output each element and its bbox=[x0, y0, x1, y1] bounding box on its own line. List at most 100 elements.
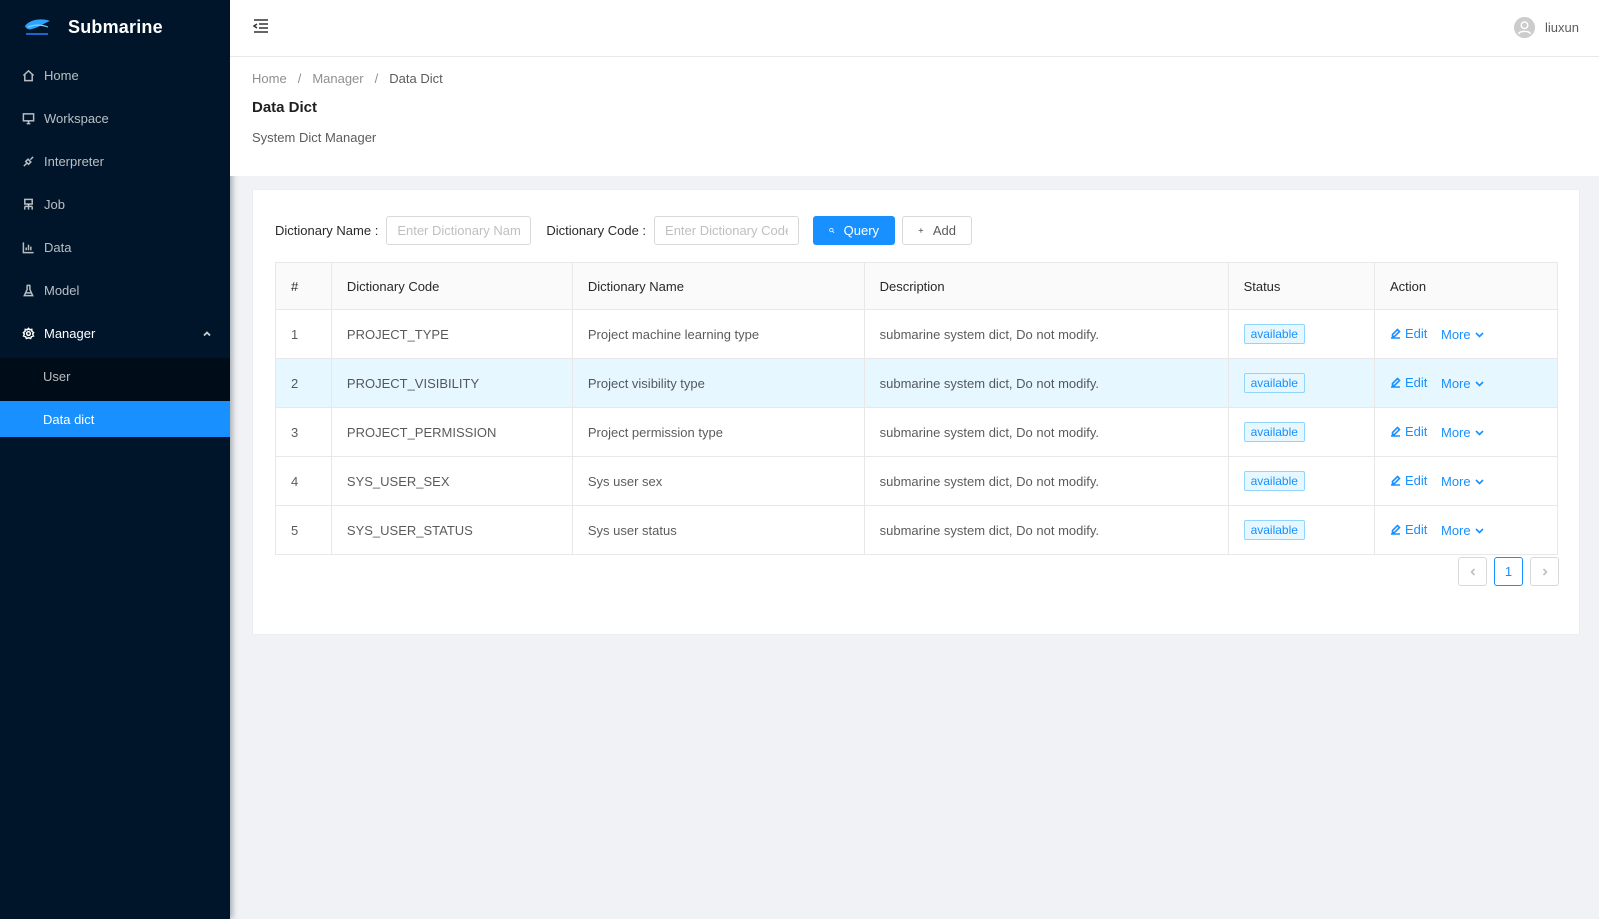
row-code: PROJECT_PERMISSION bbox=[331, 407, 573, 457]
edit-icon bbox=[1390, 524, 1401, 535]
query-button[interactable]: Query bbox=[813, 216, 896, 245]
sidebar-item-label: Job bbox=[44, 197, 65, 212]
row-name: Sys user status bbox=[572, 505, 865, 555]
edit-link[interactable]: Edit bbox=[1390, 424, 1427, 439]
row-description: submarine system dict, Do not modify. bbox=[864, 309, 1229, 359]
add-button[interactable]: Add bbox=[902, 216, 973, 245]
chevron-left-icon bbox=[1469, 567, 1475, 576]
row-code: PROJECT_TYPE bbox=[331, 309, 573, 359]
more-label: More bbox=[1440, 425, 1471, 440]
row-code: PROJECT_VISIBILITY bbox=[331, 358, 573, 408]
sidebar: Submarine Home Workspace Interpreter Job… bbox=[0, 0, 230, 919]
sidebar-item-label: Home bbox=[44, 68, 79, 83]
api-icon bbox=[21, 155, 35, 169]
edit-icon bbox=[1390, 328, 1401, 339]
experiment-icon bbox=[21, 284, 35, 298]
sidebar-item-job[interactable]: Job bbox=[0, 183, 230, 226]
top-header: liuxun bbox=[230, 0, 1599, 57]
plus-icon bbox=[918, 228, 924, 233]
row-actions: Edit More bbox=[1374, 456, 1559, 506]
more-label: More bbox=[1440, 474, 1471, 489]
more-dropdown[interactable]: More bbox=[1441, 425, 1484, 440]
sidebar-item-home[interactable]: Home bbox=[0, 54, 230, 97]
row-status-cell: available bbox=[1228, 505, 1375, 555]
row-description: submarine system dict, Do not modify. bbox=[864, 505, 1229, 555]
more-label: More bbox=[1440, 376, 1471, 391]
sidebar-item-label: Manager bbox=[44, 326, 96, 341]
edit-link[interactable]: Edit bbox=[1390, 375, 1427, 390]
more-label: More bbox=[1440, 327, 1471, 342]
user-menu[interactable]: liuxun bbox=[1514, 17, 1579, 38]
edit-label: Edit bbox=[1404, 424, 1428, 439]
sidebar-item-workspace[interactable]: Workspace bbox=[0, 97, 230, 140]
row-name: Sys user sex bbox=[572, 456, 865, 506]
cluster-icon bbox=[21, 198, 35, 212]
row-actions: Edit More bbox=[1374, 505, 1559, 555]
sidebar-item-label: Model bbox=[44, 283, 80, 298]
username: liuxun bbox=[1545, 20, 1579, 35]
more-dropdown[interactable]: More bbox=[1441, 474, 1484, 489]
table-row: 1 PROJECT_TYPE Project machine learning … bbox=[275, 309, 1559, 359]
manager-submenu: User Data dict bbox=[0, 358, 230, 437]
edit-link[interactable]: Edit bbox=[1390, 473, 1427, 488]
row-status-cell: available bbox=[1228, 407, 1375, 457]
status-badge: available bbox=[1243, 471, 1305, 491]
row-name: Project visibility type bbox=[572, 358, 865, 408]
breadcrumb-item-home[interactable]: Home bbox=[252, 71, 287, 86]
edit-label: Edit bbox=[1404, 522, 1428, 537]
column-header-name: Dictionary Name bbox=[572, 262, 865, 310]
sidebar-item-manager[interactable]: Manager bbox=[0, 312, 230, 355]
more-dropdown[interactable]: More bbox=[1441, 376, 1484, 391]
home-icon bbox=[21, 69, 35, 83]
row-actions: Edit More bbox=[1374, 407, 1559, 457]
logo[interactable]: Submarine bbox=[0, 0, 230, 54]
column-header-index: # bbox=[275, 262, 332, 310]
content-card: Dictionary Name : Dictionary Code : Quer… bbox=[252, 189, 1580, 635]
edit-label: Edit bbox=[1404, 473, 1428, 488]
row-code: SYS_USER_STATUS bbox=[331, 505, 573, 555]
edit-label: Edit bbox=[1404, 326, 1428, 341]
chevron-down-icon bbox=[1475, 430, 1484, 436]
app-title: Submarine bbox=[68, 16, 163, 37]
edit-icon bbox=[1390, 377, 1401, 388]
sidebar-item-data-dict[interactable]: Data dict bbox=[0, 401, 230, 437]
breadcrumb-item-manager[interactable]: Manager bbox=[312, 71, 363, 86]
next-page-button[interactable] bbox=[1530, 557, 1559, 586]
chevron-down-icon bbox=[1475, 332, 1484, 338]
desktop-icon bbox=[21, 112, 35, 126]
more-dropdown[interactable]: More bbox=[1441, 523, 1484, 538]
page-title: Data Dict bbox=[252, 99, 318, 116]
dictionary-name-label: Dictionary Name : bbox=[275, 223, 379, 238]
edit-link[interactable]: Edit bbox=[1390, 326, 1427, 341]
add-button-label: Add bbox=[932, 223, 957, 238]
sidebar-item-data[interactable]: Data bbox=[0, 226, 230, 269]
edit-link[interactable]: Edit bbox=[1390, 522, 1427, 537]
bar-chart-icon bbox=[21, 241, 35, 255]
row-actions: Edit More bbox=[1374, 358, 1559, 408]
dictionary-name-input[interactable] bbox=[386, 216, 532, 245]
table-row: 4 SYS_USER_SEX Sys user sex submarine sy… bbox=[275, 456, 1559, 506]
status-badge: available bbox=[1243, 520, 1305, 540]
sidebar-item-model[interactable]: Model bbox=[0, 269, 230, 312]
row-description: submarine system dict, Do not modify. bbox=[864, 456, 1229, 506]
breadcrumb: Home / Manager / Data Dict bbox=[252, 71, 1577, 86]
chevron-down-icon bbox=[1475, 479, 1484, 485]
column-header-description: Description bbox=[864, 262, 1229, 310]
column-header-code: Dictionary Code bbox=[331, 262, 573, 310]
sidebar-item-label: Data bbox=[44, 240, 72, 255]
column-header-action: Action bbox=[1374, 262, 1559, 310]
breadcrumb-separator: / bbox=[374, 71, 379, 86]
breadcrumb-separator: / bbox=[297, 71, 302, 86]
page-number-button[interactable]: 1 bbox=[1494, 557, 1523, 586]
menu-fold-icon[interactable] bbox=[252, 17, 272, 37]
prev-page-button[interactable] bbox=[1458, 557, 1487, 586]
page-header: Home / Manager / Data Dict Data Dict Sys… bbox=[230, 57, 1599, 176]
dictionary-code-input[interactable] bbox=[654, 216, 800, 245]
row-actions: Edit More bbox=[1374, 309, 1559, 359]
more-dropdown[interactable]: More bbox=[1441, 327, 1484, 342]
sidebar-item-label: Interpreter bbox=[44, 154, 104, 169]
edit-icon bbox=[1390, 426, 1401, 437]
gear-icon bbox=[21, 327, 35, 341]
sidebar-item-interpreter[interactable]: Interpreter bbox=[0, 140, 230, 183]
sidebar-item-user[interactable]: User bbox=[0, 358, 230, 394]
